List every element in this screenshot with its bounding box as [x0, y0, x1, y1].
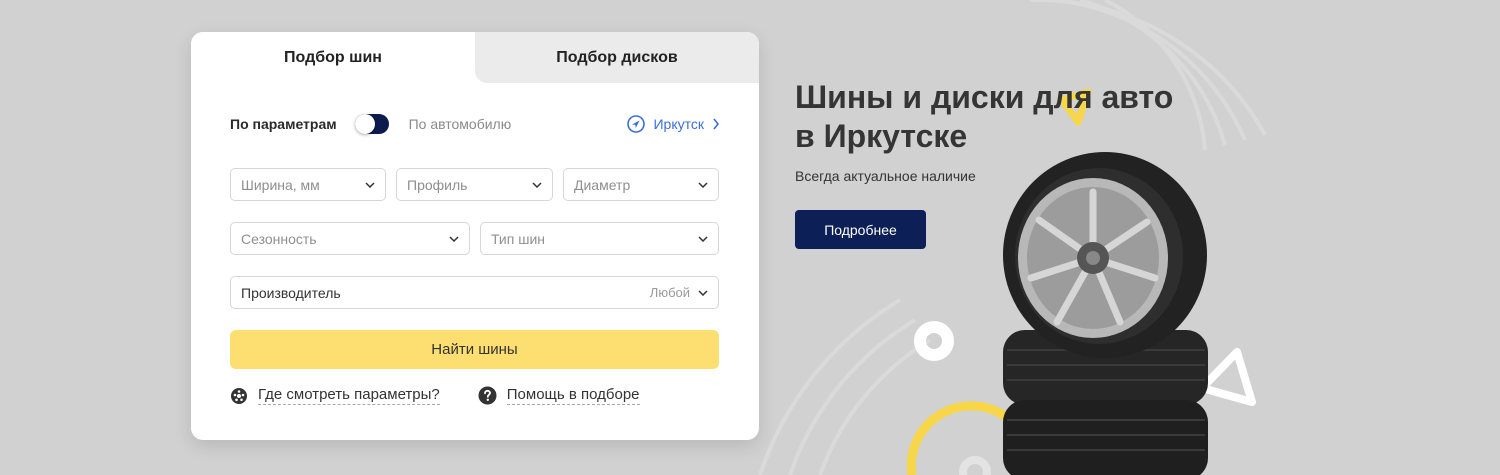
city-name: Иркутск [653, 116, 704, 132]
mode-toggle[interactable] [354, 114, 389, 134]
profile-select-label: Профиль [407, 176, 468, 193]
wheel-icon [231, 387, 247, 404]
width-select-label: Ширина, мм [241, 176, 320, 193]
mode-by-car-label[interactable]: По автомобилю [409, 116, 512, 132]
manufacturer-select-value: Любой [649, 285, 690, 300]
manufacturer-select-label: Производитель [241, 284, 341, 301]
hero-title: Шины и диски для авто в Иркутске [795, 78, 1215, 156]
tire-type-select[interactable]: Тип шин [480, 222, 719, 255]
help-select-text: Помощь в подборе [506, 386, 640, 405]
more-button[interactable]: Подробнее [795, 210, 926, 249]
chevron-down-icon [365, 181, 375, 188]
chevron-down-icon [698, 181, 708, 188]
search-tabs: Подбор шин Подбор дисков [191, 32, 759, 83]
tire-search-card: Подбор шин Подбор дисков По параметрам П… [191, 32, 759, 440]
help-select-link[interactable]: Помощь в подборе [478, 386, 640, 405]
hero-title-line-1: Шины и диски для авто [795, 79, 1174, 115]
where-params-link[interactable]: Где смотреть параметры? [230, 386, 440, 405]
question-icon [478, 386, 497, 405]
width-select[interactable]: Ширина, мм [230, 168, 386, 201]
diameter-select-label: Диаметр [574, 176, 631, 193]
chevron-down-icon [449, 235, 459, 242]
tires-illustration [1003, 152, 1208, 475]
search-mode-row: По параметрам По автомобилю Иркутск [230, 112, 720, 136]
chevron-down-icon [532, 181, 542, 188]
manufacturer-select[interactable]: Производитель Любой [230, 276, 719, 309]
hero-title-line-2: в Иркутске [795, 118, 968, 154]
profile-select[interactable]: Профиль [396, 168, 553, 201]
help-links: Где смотреть параметры? Помощь в подборе [230, 386, 640, 405]
find-tires-button[interactable]: Найти шины [230, 330, 719, 369]
diameter-select[interactable]: Диаметр [563, 168, 719, 201]
tab-tires[interactable]: Подбор шин [191, 32, 475, 83]
chevron-down-icon [698, 289, 708, 296]
mode-by-params-label[interactable]: По параметрам [230, 116, 337, 132]
where-params-text: Где смотреть параметры? [258, 386, 440, 405]
city-selector[interactable]: Иркутск [627, 115, 720, 133]
season-select[interactable]: Сезонность [230, 222, 470, 255]
tab-wheels[interactable]: Подбор дисков [475, 32, 759, 83]
location-arrow-icon [627, 115, 646, 133]
toggle-knob [354, 114, 375, 134]
tire-type-select-label: Тип шин [491, 230, 546, 247]
hero-subtitle: Всегда актуальное наличие [795, 168, 976, 184]
chevron-down-icon [698, 235, 708, 242]
chevron-right-icon [713, 118, 720, 130]
season-select-label: Сезонность [241, 230, 317, 247]
